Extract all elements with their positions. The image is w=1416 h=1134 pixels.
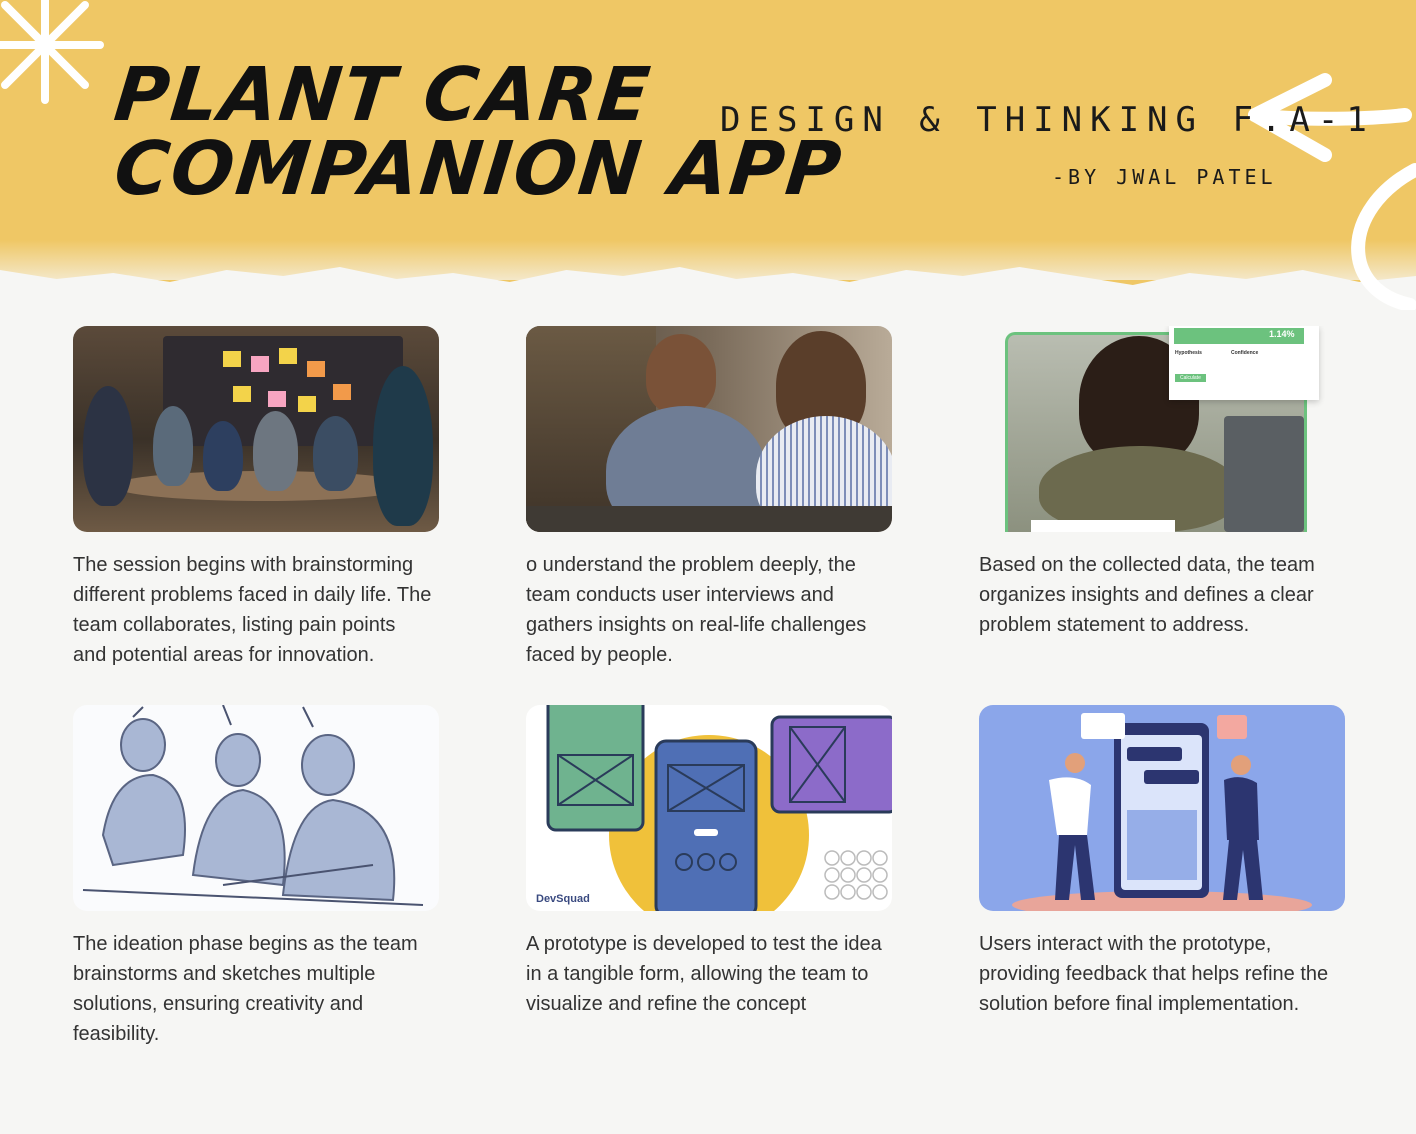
wireframe-illustration xyxy=(546,705,892,911)
sketch-illustration xyxy=(82,705,424,906)
calculate-button: Calculate xyxy=(1175,374,1206,382)
card-description: o understand the problem deeply, the tea… xyxy=(526,554,867,666)
user-testing-illustration xyxy=(979,705,1345,911)
card-description: Based on the collected data, the team or… xyxy=(979,554,1315,636)
confidence-label: Confidence xyxy=(1231,350,1259,356)
step-card-define: 1.14% Hypothesis Confidence Calculate Ba… xyxy=(979,326,1345,640)
card-description: A prototype is developed to test the ide… xyxy=(526,933,882,1015)
page-title-line1: PLANT CARE xyxy=(110,52,656,138)
data-analysis-photo: 1.14% Hypothesis Confidence Calculate xyxy=(979,326,1345,532)
card-description: The session begins with brainstorming di… xyxy=(73,554,432,666)
step-card-interview: o understand the problem deeply, the tea… xyxy=(526,326,892,670)
card-description: Users interact with the prototype, provi… xyxy=(979,933,1329,1015)
starburst-icon xyxy=(0,0,104,104)
page-subtitle: DESIGN & THINKING F.A-1 xyxy=(720,100,1375,140)
author-byline: -BY JWAL PATEL xyxy=(1052,165,1277,189)
page-title-line2: COMPANION APP xyxy=(110,126,847,212)
card-description: The ideation phase begins as the team br… xyxy=(73,933,418,1045)
user-interview-photo xyxy=(526,326,892,532)
team-brainstorming-photo xyxy=(73,326,439,532)
devsquad-logo: DevSquad xyxy=(536,893,590,905)
step-card-empathize: The session begins with brainstorming di… xyxy=(73,326,439,670)
step-card-prototype: DevSquad A prototype is developed to tes… xyxy=(526,705,892,1019)
stat-value: 1.14% xyxy=(1269,329,1295,339)
prototype-wireframes: DevSquad xyxy=(526,705,892,911)
hypothesis-label: Hypothesis xyxy=(1175,350,1202,356)
ideation-sketch xyxy=(73,705,439,911)
step-card-ideate: The ideation phase begins as the team br… xyxy=(73,705,439,1049)
step-card-test: Users interact with the prototype, provi… xyxy=(979,705,1345,1019)
user-testing-svg xyxy=(1012,713,1312,911)
